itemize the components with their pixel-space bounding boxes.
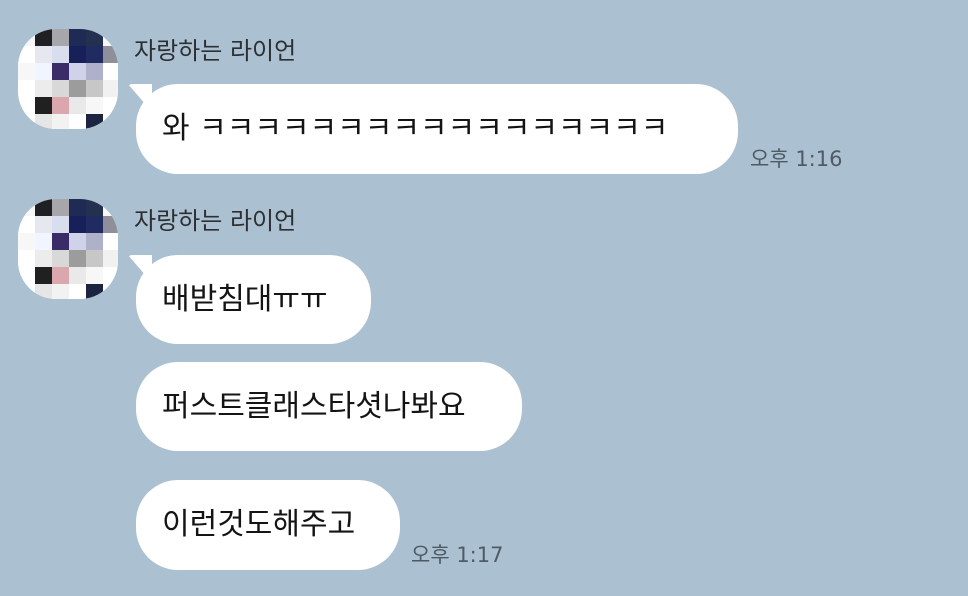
chat-room: 자랑하는 라이언 와 ㅋㅋㅋㅋㅋㅋㅋㅋㅋㅋㅋㅋㅋㅋㅋㅋㅋ 오후 1:16 자랑하… bbox=[0, 0, 968, 596]
message-bubble[interactable]: 배받침대ㅠㅠ bbox=[136, 255, 371, 344]
profile-avatar-icon[interactable] bbox=[18, 29, 118, 129]
sender-name: 자랑하는 라이언 bbox=[134, 37, 297, 65]
message-bubble[interactable]: 퍼스트클래스타셧나봐요 bbox=[136, 362, 522, 451]
message-bubble[interactable]: 이런것도해주고 bbox=[136, 480, 400, 570]
message-time: 오후 1:16 bbox=[750, 147, 843, 171]
message-time: 오후 1:17 bbox=[411, 543, 504, 567]
sender-name: 자랑하는 라이언 bbox=[134, 207, 297, 235]
profile-avatar-icon[interactable] bbox=[18, 199, 118, 299]
message-bubble[interactable]: 와 ㅋㅋㅋㅋㅋㅋㅋㅋㅋㅋㅋㅋㅋㅋㅋㅋㅋ bbox=[136, 84, 738, 174]
